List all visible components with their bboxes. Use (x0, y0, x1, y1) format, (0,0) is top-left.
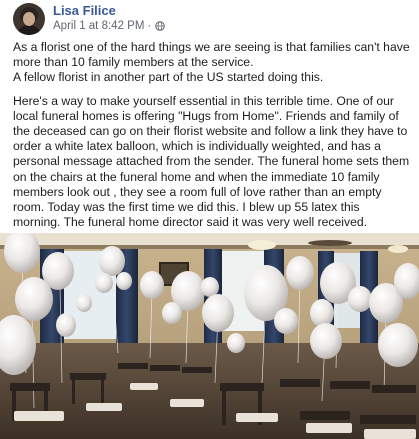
post-paragraph: A fellow florist in another part of the … (13, 70, 324, 85)
post-body: As a florist one of the hard things we a… (13, 40, 410, 238)
ceiling-light (248, 240, 276, 250)
post-paragraph: Here's a way to make yourself essential … (13, 93, 410, 230)
avatar-shoulders (16, 25, 42, 35)
floor (0, 343, 419, 439)
post-timestamp[interactable]: April 1 at 8:42 PM (53, 20, 144, 32)
avatar-face (23, 12, 35, 26)
globe-icon[interactable] (155, 21, 166, 31)
post-paragraph: As a florist one of the hard things we a… (13, 40, 410, 70)
ceiling-light (388, 245, 408, 253)
ceiling (0, 233, 419, 247)
post-photo[interactable] (0, 233, 419, 439)
post-meta: April 1 at 8:42 PM · (53, 20, 166, 32)
meta-separator: · (147, 20, 152, 32)
ceiling-fan (308, 240, 352, 246)
crown-molding (0, 245, 419, 249)
post-header: Lisa Filice April 1 at 8:42 PM · (0, 0, 419, 38)
funeral-room-photo (0, 233, 419, 439)
author-name[interactable]: Lisa Filice (53, 3, 116, 18)
avatar[interactable] (13, 3, 45, 35)
